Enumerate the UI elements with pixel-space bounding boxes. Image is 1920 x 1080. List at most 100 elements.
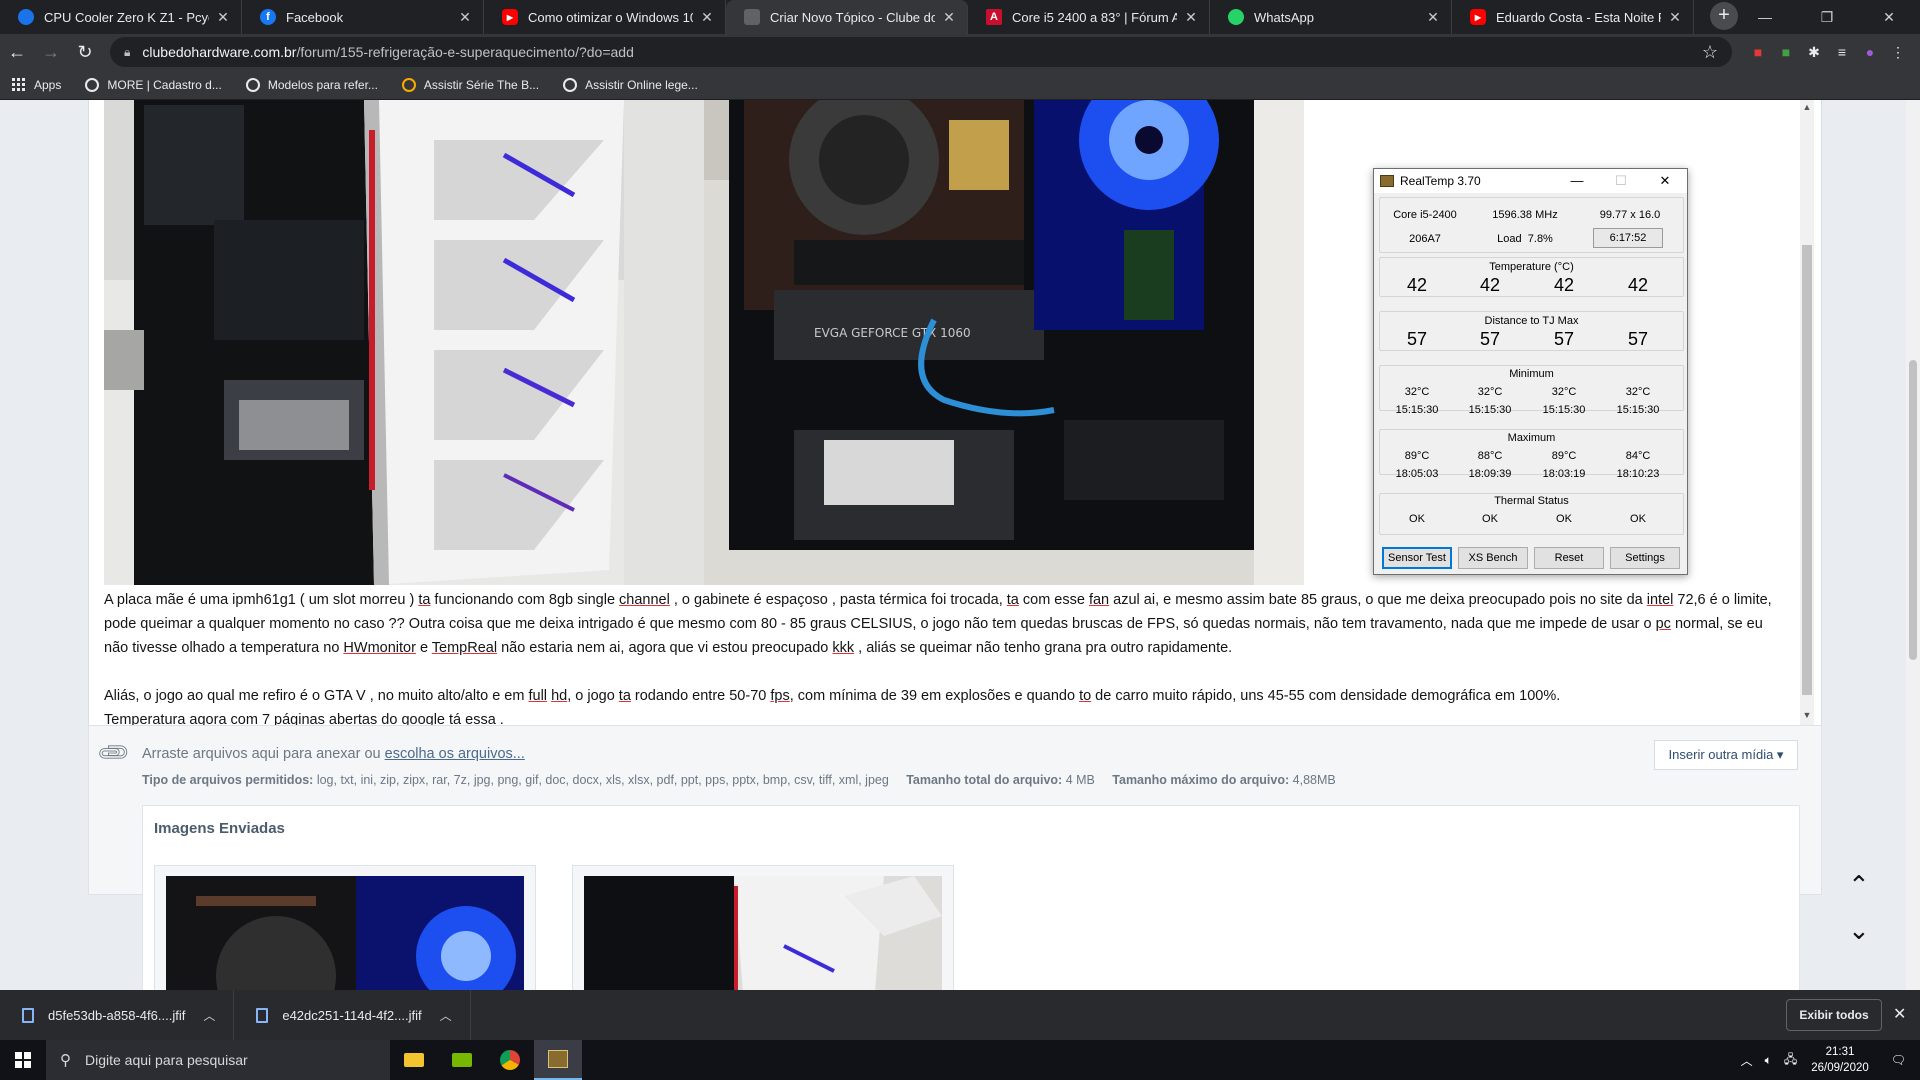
page-scroll-thumb[interactable]: [1909, 360, 1917, 660]
realtemp-taskbar-icon[interactable]: [534, 1040, 582, 1080]
download-shelf: d5fe53db-a858-4f6....jfif ︿ e42dc251-114…: [0, 990, 1920, 1040]
tab-title: Como otimizar o Windows 10 pa: [528, 9, 693, 25]
notifications-icon[interactable]: 🗨︎: [1891, 1053, 1906, 1067]
bookmark-more-cadastro[interactable]: MORE | Cadastro d...: [85, 77, 222, 92]
insert-media-button[interactable]: Inserir outra mídia ▾: [1654, 740, 1798, 770]
svg-text:EVGA GEFORCE GTX 1060: EVGA GEFORCE GTX 1060: [814, 326, 971, 340]
cpu-frequency: 1596.38 MHz: [1492, 209, 1558, 221]
settings-button[interactable]: Settings: [1610, 547, 1680, 569]
maximize-icon[interactable]: ☐: [1599, 173, 1643, 189]
post-body[interactable]: A placa mãe é uma ipmh61g1 ( um slot mor…: [104, 588, 1784, 732]
xs-bench-button[interactable]: XS Bench: [1458, 547, 1528, 569]
bookmark-label: Apps: [34, 77, 62, 92]
max-temp: 84°C: [1625, 450, 1651, 462]
page-scrollbar[interactable]: [1906, 100, 1920, 990]
forward-arrow-icon[interactable]: →: [34, 35, 68, 69]
min-temp: 32°C: [1404, 386, 1430, 398]
bookmark-star-icon[interactable]: ☆: [1702, 42, 1718, 63]
uploaded-thumbnail[interactable]: [584, 876, 942, 990]
close-tab-icon[interactable]: ✕: [941, 9, 957, 26]
address-bar[interactable]: 🔒︎ clubedohardware.com.br /forum/155-ref…: [110, 37, 1732, 67]
extension-green-icon[interactable]: ■: [1772, 38, 1800, 66]
download-item[interactable]: d5fe53db-a858-4f6....jfif ︿: [0, 990, 235, 1040]
clock-time: 21:31: [1825, 1046, 1855, 1058]
thermal-status-label: Thermal Status: [1494, 495, 1569, 507]
tjmax-distance: 57: [1406, 329, 1428, 349]
tab-cpu-cooler[interactable]: CPU Cooler Zero K Z1 - Pcyes! - C ✕: [0, 0, 242, 34]
file-explorer-icon[interactable]: [390, 1040, 438, 1080]
misspelled-word: to: [1079, 688, 1092, 704]
close-tab-icon[interactable]: ✕: [1425, 9, 1441, 26]
bookmark-serie[interactable]: Assistir Série The B...: [401, 77, 539, 92]
close-window-icon[interactable]: ✕: [1858, 0, 1920, 34]
tab-windows-video[interactable]: ▶ Como otimizar o Windows 10 pa ✕: [484, 0, 726, 34]
clock[interactable]: 21:31 26/09/2020: [1811, 1044, 1869, 1076]
min-time: 15:15:30: [1468, 404, 1512, 416]
profile-avatar-icon[interactable]: ●: [1856, 38, 1884, 66]
close-window-icon[interactable]: ✕: [1643, 173, 1687, 189]
file-icon: [22, 1007, 34, 1023]
tab-criar-topico[interactable]: Criar Novo Tópico - Clube do Ha ✕: [726, 0, 968, 34]
types-label: Tipo de arquivos permitidos:: [142, 773, 314, 787]
min-time: 15:15:30: [1616, 404, 1660, 416]
tray-chevron-icon[interactable]: ︿: [1741, 1052, 1753, 1069]
chrome-icon[interactable]: [486, 1040, 534, 1080]
bookmark-modelos[interactable]: Modelos para refer...: [245, 77, 378, 92]
misspelled-word: channel: [619, 592, 670, 608]
close-tab-icon[interactable]: ✕: [699, 9, 715, 26]
editor-scroll-thumb[interactable]: [1802, 245, 1812, 695]
nvidia-icon[interactable]: [438, 1040, 486, 1080]
network-icon[interactable]: 🖧︎: [1784, 1050, 1797, 1071]
browser-menu-icon[interactable]: ⋮: [1884, 38, 1912, 66]
close-tab-icon[interactable]: ✕: [457, 9, 473, 26]
minimize-icon[interactable]: —: [1555, 173, 1599, 189]
close-tab-icon[interactable]: ✕: [1183, 9, 1199, 26]
core-temp: 42: [1479, 275, 1501, 295]
youtube-icon: ▶: [1470, 9, 1486, 25]
realtemp-window[interactable]: RealTemp 3.70 — ☐ ✕ Core i5-2400 1596.38…: [1373, 168, 1688, 575]
chevron-up-icon[interactable]: ︿: [440, 1007, 452, 1024]
bookmark-apps[interactable]: Apps: [12, 77, 62, 92]
download-item[interactable]: e42dc251-114d-4f2....jfif ︿: [234, 990, 471, 1040]
reload-icon[interactable]: ↻: [68, 35, 102, 69]
editor-scrollbar[interactable]: ▲ ▼: [1800, 100, 1814, 725]
sensor-test-button[interactable]: Sensor Test: [1382, 547, 1452, 569]
maximize-icon[interactable]: ❐: [1796, 0, 1858, 34]
tab-eduardo-costa[interactable]: ▶ Eduardo Costa - Esta Noite F ✕: [1452, 0, 1694, 34]
tab-adrenaline[interactable]: A Core i5 2400 a 83° | Fórum Adre ✕: [968, 0, 1210, 34]
bookmark-legendas[interactable]: Assistir Online lege...: [563, 77, 698, 92]
url-path: /forum/155-refrigeração-e-superaquecimen…: [296, 44, 634, 60]
tab-facebook[interactable]: f Facebook ✕: [242, 0, 484, 34]
browser-toolbar: ← → ↻ 🔒︎ clubedohardware.com.br /forum/1…: [0, 34, 1920, 70]
realtemp-titlebar[interactable]: RealTemp 3.70 — ☐ ✕: [1374, 169, 1687, 193]
volume-icon[interactable]: 🔈︎: [1765, 1053, 1772, 1068]
max-size-value: 4,88MB: [1292, 773, 1336, 787]
scroll-down-arrow-icon[interactable]: ▼: [1800, 710, 1814, 720]
close-tab-icon[interactable]: ✕: [1667, 9, 1683, 26]
misspelled-word: HWmonitor: [343, 640, 416, 656]
bookmark-label: Assistir Online lege...: [585, 77, 698, 92]
close-shelf-icon[interactable]: ✕: [1893, 1004, 1906, 1024]
back-arrow-icon[interactable]: ←: [0, 35, 34, 69]
minimize-icon[interactable]: —: [1734, 0, 1796, 34]
choose-files-link[interactable]: escolha os arquivos...: [385, 746, 525, 762]
max-temp: 89°C: [1551, 450, 1577, 462]
misspelled-word: ta: [618, 688, 631, 704]
extensions-puzzle-icon[interactable]: ✱: [1800, 38, 1828, 66]
start-button[interactable]: [0, 1040, 46, 1080]
reset-button[interactable]: Reset: [1534, 547, 1604, 569]
scroll-to-top-icon[interactable]: ⌃: [1848, 870, 1870, 901]
uploaded-thumbnail[interactable]: [166, 876, 524, 990]
extension-red-icon[interactable]: ■: [1744, 38, 1772, 66]
misspelled-word: pc: [1655, 616, 1671, 632]
scroll-up-arrow-icon[interactable]: ▲: [1800, 102, 1814, 112]
chevron-up-icon[interactable]: ︿: [203, 1007, 215, 1024]
media-queue-icon[interactable]: ≡: [1828, 38, 1856, 66]
scroll-to-bottom-icon[interactable]: ⌄: [1848, 915, 1870, 946]
show-all-downloads-button[interactable]: Exibir todos: [1786, 999, 1882, 1031]
search-icon: ⚲: [60, 1052, 71, 1069]
taskbar-search[interactable]: ⚲ Digite aqui para pesquisar: [46, 1040, 390, 1080]
close-tab-icon[interactable]: ✕: [215, 9, 231, 26]
tab-whatsapp[interactable]: WhatsApp ✕: [1210, 0, 1452, 34]
cpu-model: Core i5-2400: [1393, 209, 1457, 221]
